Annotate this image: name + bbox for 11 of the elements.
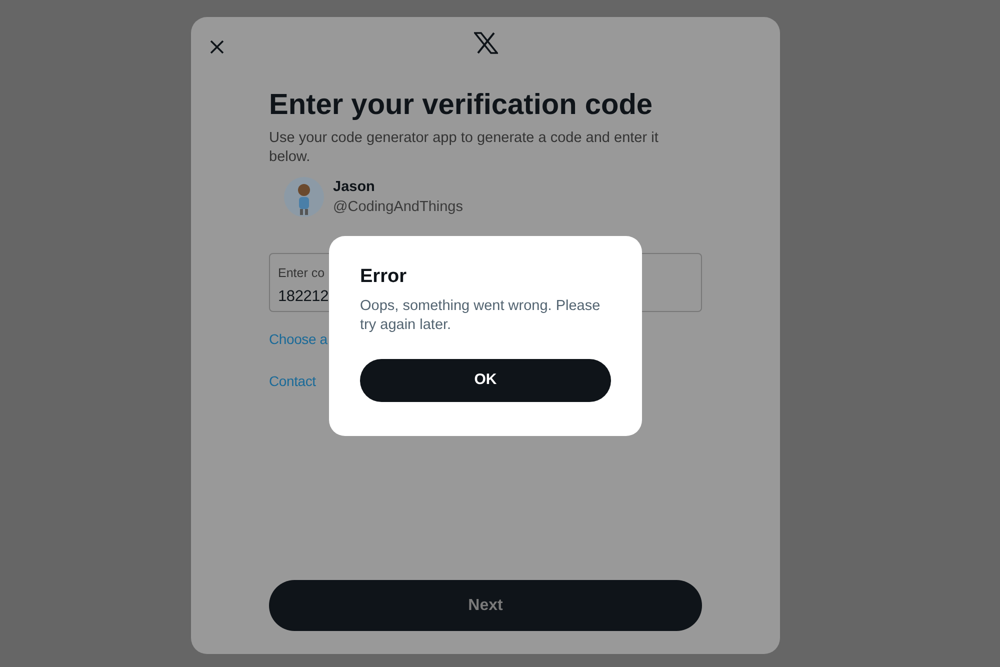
dialog-message: Oops, something went wrong. Please try again later. bbox=[360, 296, 602, 336]
ok-button[interactable]: OK bbox=[360, 358, 611, 402]
avatar-icon bbox=[284, 177, 324, 217]
account-handle: @CodingAndThings bbox=[333, 198, 463, 217]
logo-icon bbox=[474, 32, 498, 54]
page-title: Enter your verification code bbox=[269, 88, 654, 123]
dialog-title: Error bbox=[360, 266, 408, 289]
account-name: Jason bbox=[333, 178, 376, 197]
instruction-text: Use your code generator app to generate a code and enter it below. bbox=[269, 129, 660, 167]
next-button[interactable]: Next bbox=[269, 580, 702, 631]
close-icon bbox=[208, 38, 226, 56]
